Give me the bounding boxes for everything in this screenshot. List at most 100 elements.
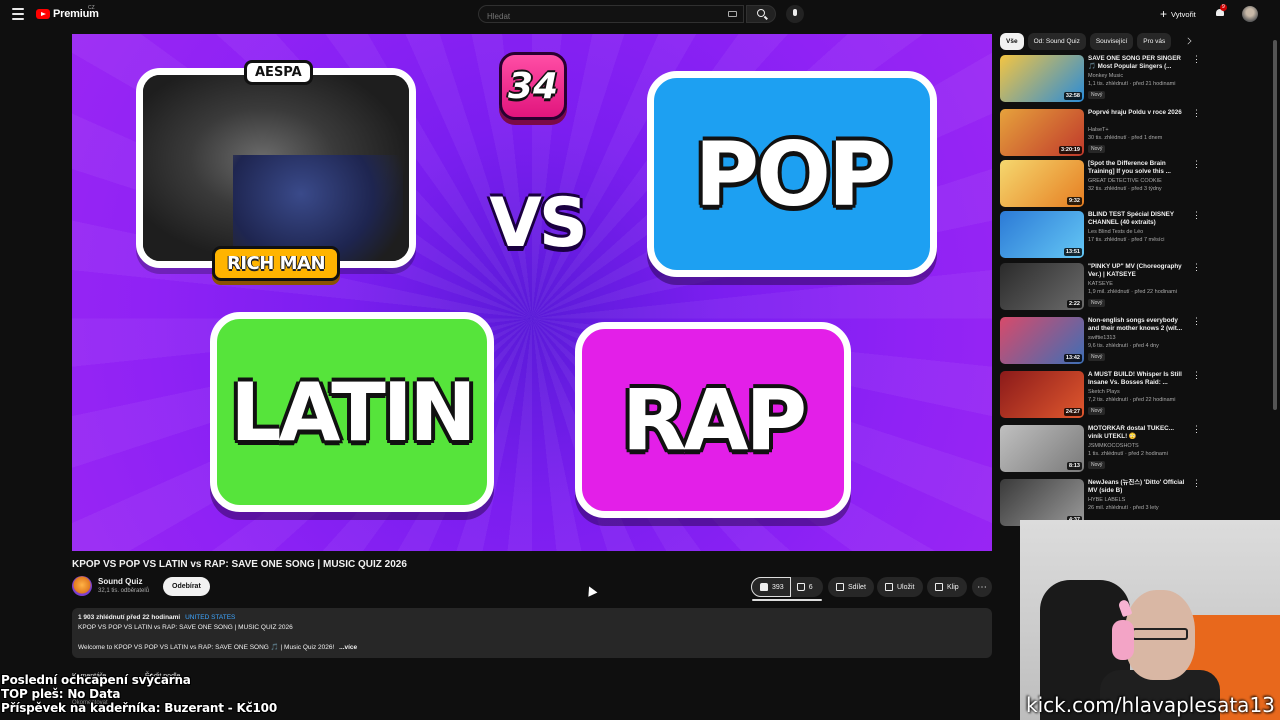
video-stats: 1,9 mil. zhlédnutí · před 22 hodinami: [1088, 289, 1177, 295]
headset: [1112, 620, 1134, 660]
clip-button[interactable]: Klip: [927, 577, 967, 597]
logo-country: CZ: [88, 5, 95, 11]
video-thumbnail[interactable]: 13:51: [1000, 211, 1084, 258]
new-badge: Nový: [1088, 91, 1106, 99]
like-dislike-group: 393 6: [751, 577, 823, 597]
video-title[interactable]: [Spot the Difference Brain Training] If …: [1088, 160, 1188, 176]
new-badge: Nový: [1088, 145, 1106, 153]
thumb-up-icon: [760, 583, 768, 591]
video-stats: 7,2 tis. zhlédnutí · před 22 hodinami: [1088, 397, 1176, 403]
webcam-overlay: [1020, 520, 1280, 720]
genre-card-rap: RAP: [575, 322, 851, 518]
video-duration: 9:32: [1066, 197, 1082, 205]
more-options-icon[interactable]: ⋮: [1192, 425, 1201, 437]
video-title[interactable]: SAVE ONE SONG PER SINGER 🎵 Most Popular …: [1088, 55, 1188, 71]
more-actions-icon[interactable]: ⋯: [972, 577, 992, 597]
save-button[interactable]: Uložit: [877, 577, 923, 597]
upload-age: před 22 hodinami: [126, 614, 181, 621]
share-button[interactable]: Sdílet: [828, 577, 874, 597]
more-options-icon[interactable]: ⋮: [1192, 479, 1201, 491]
channel-name: Les Blind Tests de Léo: [1088, 229, 1144, 235]
menu-icon[interactable]: [12, 8, 24, 20]
video-duration: 32:58: [1063, 92, 1082, 100]
video-thumbnail[interactable]: 9:32: [1000, 160, 1084, 207]
recommended-video[interactable]: 13:51 BLIND TEST Spécial DISNEY CHANNEL (…: [1000, 211, 1272, 263]
more-options-icon[interactable]: ⋮: [1192, 317, 1201, 329]
video-title[interactable]: NewJeans (뉴진스) 'Ditto' Official MV (side…: [1088, 479, 1188, 495]
video-duration: 8:13: [1066, 462, 1082, 470]
chip-all[interactable]: Vše: [1000, 33, 1024, 50]
sidebar-scrollbar[interactable]: [1273, 40, 1277, 410]
video-title[interactable]: A MUST BUILD! Whisper Is Still Insane Vs…: [1088, 371, 1188, 387]
thumb-down-icon: [796, 583, 805, 591]
genre-pop-label: POP: [694, 122, 893, 226]
channel-name[interactable]: Sound Quiz: [98, 577, 142, 586]
channel-name: GREAT DETECTIVE COOKIE: [1088, 178, 1162, 184]
kick-url-overlay: kick.com/hlavaplesata13: [1026, 693, 1275, 717]
song-tag: RICH MAN: [212, 246, 341, 281]
search-button[interactable]: [746, 5, 776, 23]
video-duration: 24:27: [1063, 408, 1082, 416]
video-thumbnail[interactable]: 3:20:19: [1000, 109, 1084, 156]
like-button[interactable]: 393: [751, 577, 791, 597]
recommended-video[interactable]: 13:42 Non-english songs everybody and the…: [1000, 317, 1272, 369]
chip-from-channel[interactable]: Od: Sound Quiz: [1027, 33, 1086, 50]
new-badge: Nový: [1088, 407, 1106, 415]
youtube-play-icon: [36, 9, 50, 19]
channel-avatar[interactable]: [72, 576, 92, 596]
channel-name: KATSEYE: [1088, 281, 1113, 287]
video-title[interactable]: Non-english songs everybody and their mo…: [1088, 317, 1188, 333]
video-stats: 9,6 tis. zhlédnutí · před 4 dny: [1088, 343, 1159, 349]
genre-card-pop: POP: [647, 71, 937, 277]
more-options-icon[interactable]: ⋮: [1192, 109, 1201, 121]
recommended-video[interactable]: 2:22 "PINKY UP" MV (Choreography Ver.) | …: [1000, 263, 1272, 315]
more-options-icon[interactable]: ⋮: [1192, 160, 1201, 172]
video-thumbnail[interactable]: 4:37: [1000, 479, 1084, 526]
channel-subscribers: 32,1 tis. odběratelů: [98, 588, 150, 594]
like-ratio-bar: [752, 599, 822, 601]
video-title[interactable]: MOTORKÁŘ dostal ŤUKEC... viník UTEKL! 😳: [1088, 425, 1188, 441]
recommended-video[interactable]: 24:27 A MUST BUILD! Whisper Is Still Insa…: [1000, 371, 1272, 423]
recommended-video[interactable]: 3:20:19 Poprvé hraju Poldu v roce 2026 Hal…: [1000, 109, 1272, 161]
youtube-logo[interactable]: Premium CZ: [36, 5, 99, 20]
new-badge: Nový: [1088, 461, 1106, 469]
chevron-right-icon[interactable]: [1184, 37, 1192, 45]
show-more-link[interactable]: ...více: [339, 644, 357, 651]
subscribe-button[interactable]: Odebírat: [163, 577, 210, 596]
video-title[interactable]: "PINKY UP" MV (Choreography Ver.) | KATS…: [1088, 263, 1188, 279]
video-title[interactable]: Poprvé hraju Poldu v roce 2026: [1088, 109, 1188, 117]
video-title[interactable]: BLIND TEST Spécial DISNEY CHANNEL (40 ex…: [1088, 211, 1188, 227]
video-thumbnail[interactable]: 32:58: [1000, 55, 1084, 102]
chip-related[interactable]: Související: [1089, 33, 1134, 50]
bookmark-icon: [885, 583, 893, 591]
recommended-video[interactable]: 32:58 SAVE ONE SONG PER SINGER 🎵 Most Pop…: [1000, 55, 1272, 107]
video-stats: 17 tis. zhlédnutí · před 7 měsíci: [1088, 237, 1165, 243]
channel-name: JSMMKOCOSHOTS: [1088, 443, 1139, 449]
chip-for-you[interactable]: Pro vás: [1137, 33, 1172, 50]
dislike-button[interactable]: 6: [791, 577, 819, 597]
search-box[interactable]: [478, 5, 744, 25]
description-box[interactable]: 1 903 zhlédnutí před 22 hodinami UNITED …: [72, 608, 992, 658]
more-options-icon[interactable]: ⋮: [1192, 211, 1201, 223]
video-stats: 30 tis. zhlédnutí · před 1 dnem: [1088, 135, 1163, 141]
recommended-video[interactable]: 9:32 [Spot the Difference Brain Training]…: [1000, 160, 1272, 212]
recommended-video[interactable]: 8:13 MOTORKÁŘ dostal ŤUKEC... viník UTEKL…: [1000, 425, 1272, 477]
voice-search-icon[interactable]: [786, 5, 804, 23]
overlay-line-2: TOP pleš: No Data: [1, 687, 121, 701]
more-options-icon[interactable]: ⋮: [1192, 55, 1201, 67]
notification-badge: 9: [1220, 4, 1227, 11]
video-thumbnail[interactable]: 24:27: [1000, 371, 1084, 418]
create-button[interactable]: + Vytvořit: [1154, 6, 1202, 22]
glasses: [1132, 628, 1188, 640]
keyboard-icon[interactable]: [728, 11, 737, 17]
more-options-icon[interactable]: ⋮: [1192, 263, 1201, 275]
video-thumbnail[interactable]: 13:42: [1000, 317, 1084, 364]
description-line-2: Welcome to KPOP VS POP VS LATIN vs RAP: …: [78, 643, 986, 651]
video-thumbnail[interactable]: 8:13: [1000, 425, 1084, 472]
search-input[interactable]: [479, 8, 709, 25]
location-link[interactable]: UNITED STATES: [185, 614, 235, 621]
video-thumbnail[interactable]: 2:22: [1000, 263, 1084, 310]
more-options-icon[interactable]: ⋮: [1192, 371, 1201, 383]
video-player[interactable]: AESPA RICH MAN 34 VS POP LATIN RAP: [72, 34, 992, 551]
account-avatar[interactable]: [1242, 6, 1258, 22]
